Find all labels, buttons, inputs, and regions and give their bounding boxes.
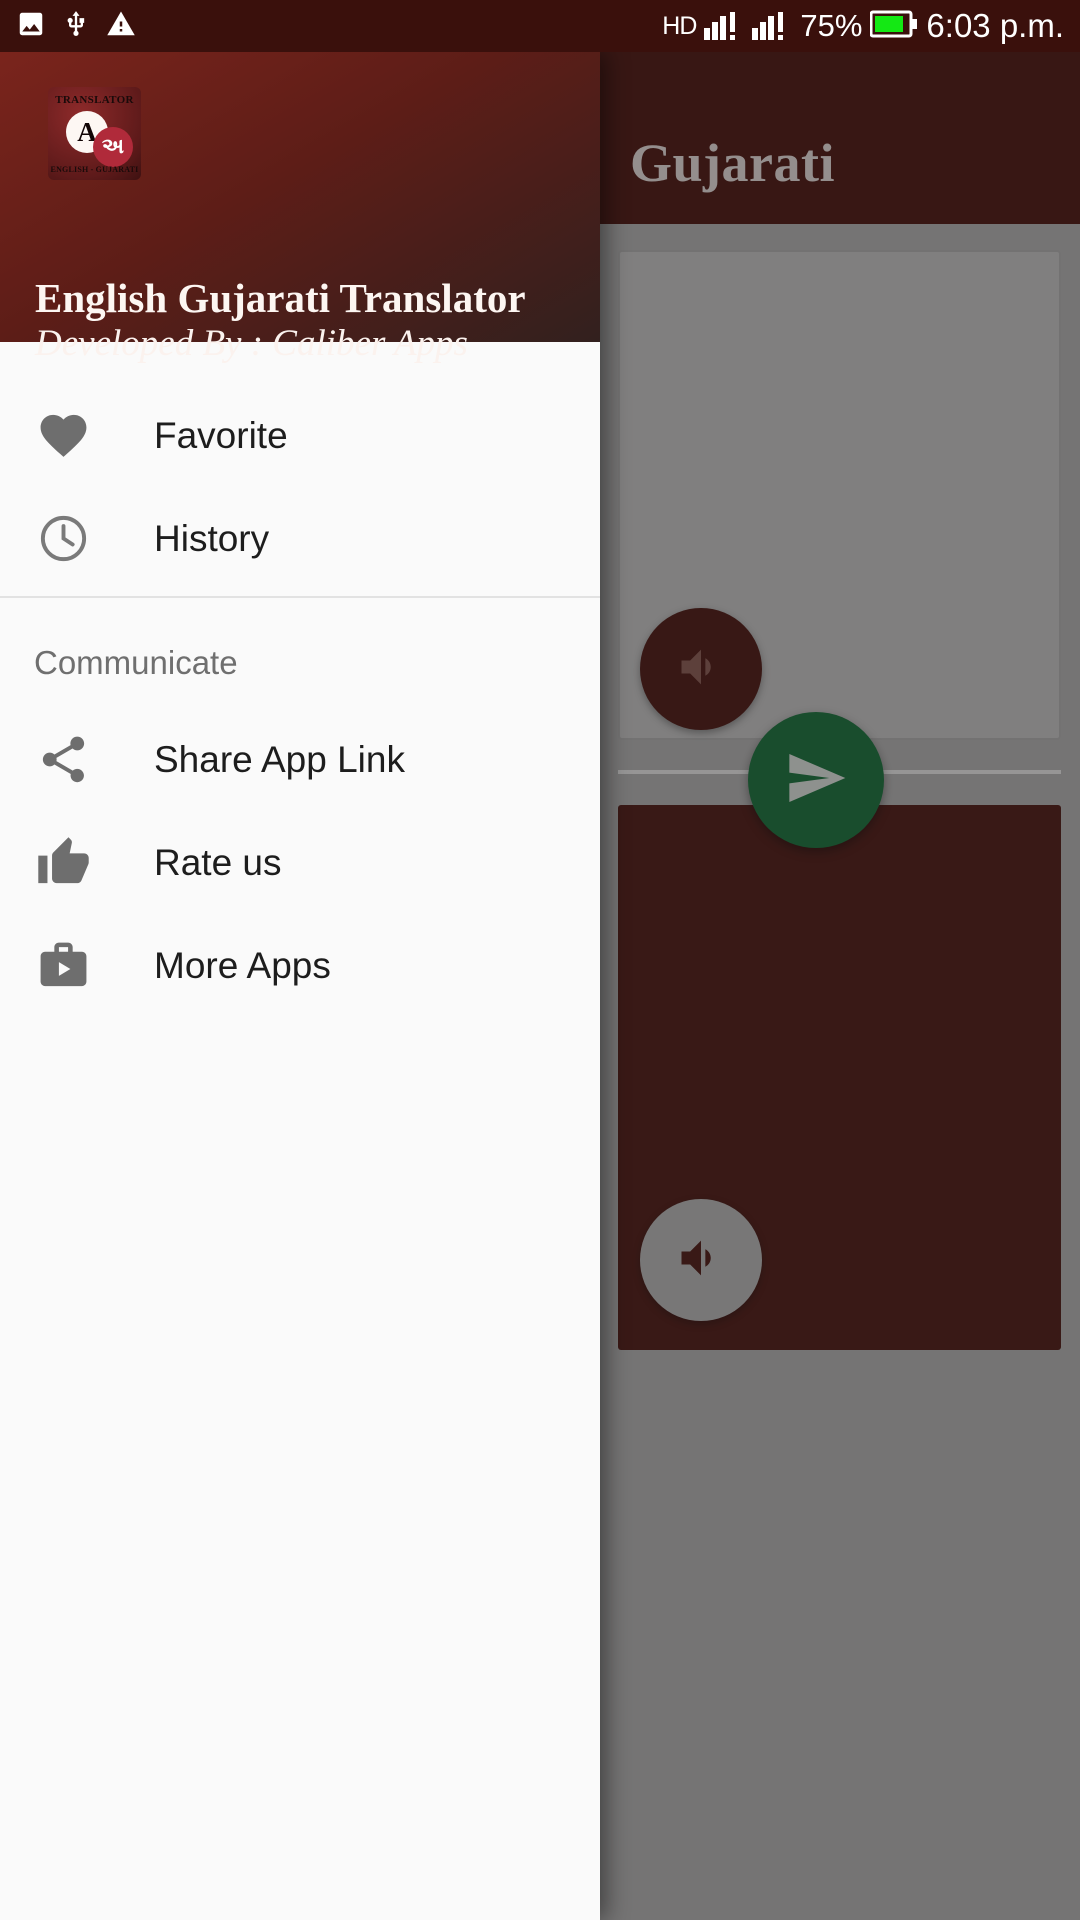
drawer-item-label: Share App Link — [154, 738, 405, 780]
drawer-item-label: History — [154, 517, 270, 559]
logo-letter-gujarati: અ — [93, 127, 133, 167]
battery-percent-label: 75% — [800, 8, 863, 43]
status-bar: HD 75% 6:03 p.m. — [0, 0, 1080, 52]
clock-label: 6:03 p.m. — [926, 7, 1064, 44]
heart-icon — [34, 408, 92, 463]
logo-bottom-text: ENGLISH - GUJARATI — [50, 165, 139, 174]
usb-icon — [62, 9, 90, 44]
app-logo-icon: TRANSLATOR A અ ENGLISH - GUJARATI — [48, 87, 141, 180]
warning-icon — [106, 9, 136, 44]
app-screen: Gujarati HD 75% 6:03 p.m. TRANSLATOR A અ… — [0, 0, 1080, 1920]
drawer-app-title: English Gujarati Translator — [35, 275, 526, 321]
hd-icon: HD — [662, 11, 697, 40]
signal-bars-icon — [704, 8, 744, 45]
status-bar-right: HD 75% 6:03 p.m. — [662, 7, 1064, 45]
drawer-section-label: Communicate — [34, 644, 238, 681]
drawer-item-label: More Apps — [154, 944, 331, 986]
logo-top-text: TRANSLATOR — [55, 94, 134, 106]
battery-icon — [869, 9, 918, 44]
signal-bars-icon — [752, 8, 792, 45]
share-icon — [34, 732, 92, 787]
drawer-developer-subtitle: Developed By : Caliber Apps — [35, 323, 468, 364]
drawer-item-favorite[interactable]: Favorite — [0, 384, 600, 487]
drawer-item-more-apps[interactable]: More Apps — [0, 914, 600, 1017]
more-apps-icon — [34, 938, 92, 993]
drawer-item-label: Rate us — [154, 841, 282, 883]
image-icon — [16, 9, 46, 44]
drawer-item-rate-us[interactable]: Rate us — [0, 811, 600, 914]
navigation-drawer: TRANSLATOR A અ ENGLISH - GUJARATI Englis… — [0, 52, 600, 1920]
drawer-item-label: Favorite — [154, 414, 288, 456]
drawer-item-share-app-link[interactable]: Share App Link — [0, 708, 600, 811]
status-bar-left — [16, 9, 136, 44]
drawer-header: TRANSLATOR A અ ENGLISH - GUJARATI Englis… — [0, 52, 600, 364]
clock-icon — [34, 511, 92, 566]
drawer-item-history[interactable]: History — [0, 487, 600, 590]
thumb-up-icon — [34, 835, 92, 890]
